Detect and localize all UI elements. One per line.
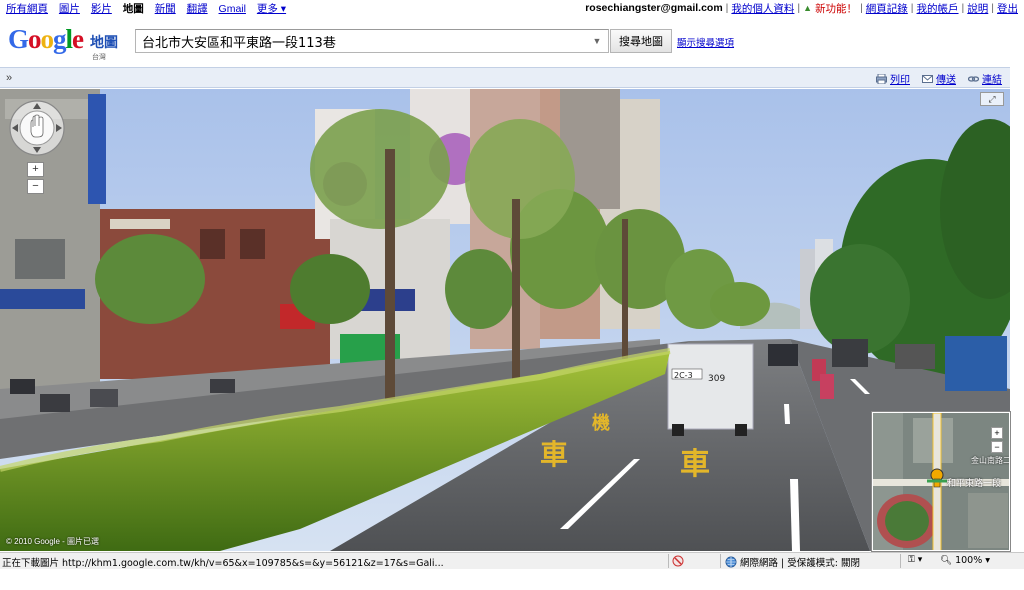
my-account-link[interactable]: 我的帳戶 xyxy=(917,1,959,16)
envelope-icon xyxy=(922,74,933,83)
warning-icon[interactable] xyxy=(672,555,684,567)
street-view-panorama[interactable]: 車 車 機 2C-3 309 ⤢ + − © 2010 Google - 圖片已… xyxy=(0,89,1010,551)
svg-text:機: 機 xyxy=(592,412,610,434)
link-link[interactable]: 連結 xyxy=(982,71,1002,86)
zoom-out-button[interactable]: − xyxy=(27,179,44,194)
nav-link-translate[interactable]: 翻譯 xyxy=(187,3,208,15)
pan-control-icon[interactable] xyxy=(8,99,66,157)
top-nav-links: 所有網頁 圖片 影片 地圖 新聞 翻譯 Gmail 更多 ▾ xyxy=(6,1,294,16)
mini-map-road-label: 和平東路一段 xyxy=(947,478,1002,488)
security-zone-text: 網際網路 | 受保護模式: 關閉 xyxy=(740,558,860,569)
svg-text:2C-3: 2C-3 xyxy=(674,371,693,380)
protected-mode-icon[interactable]: ⚿ ▾ xyxy=(908,555,922,565)
collapse-panel-button[interactable]: » xyxy=(2,70,16,86)
svg-text:309: 309 xyxy=(708,374,725,384)
show-search-options-link[interactable]: 顯示搜尋選項 xyxy=(677,35,734,49)
chevron-down-icon[interactable]: ▼ xyxy=(588,32,606,50)
svg-text:車: 車 xyxy=(540,438,568,471)
nav-link-videos[interactable]: 影片 xyxy=(91,3,112,15)
zoom-level-control[interactable]: 🔍︎ 100% ▾ xyxy=(940,555,990,566)
search-box: ▼ xyxy=(135,29,609,53)
search-maps-button[interactable]: 搜尋地圖 xyxy=(610,29,672,53)
magnifier-icon: 🔍︎ xyxy=(940,555,953,566)
chevron-down-icon: ▾ xyxy=(985,555,991,566)
logo-wordmark: Google xyxy=(8,24,84,54)
google-maps-logo[interactable]: Google 地圖 台灣 xyxy=(8,24,138,61)
mini-map-zoom-in-button[interactable]: + xyxy=(991,427,1003,439)
street-view-image: 車 車 機 2C-3 309 xyxy=(0,89,1010,551)
send-link[interactable]: 傳送 xyxy=(936,71,956,86)
profile-link[interactable]: 我的個人資料 xyxy=(731,1,794,16)
map-toolbar: » 列印 傳送 連結 xyxy=(0,67,1010,88)
top-navigation-bar: 所有網頁 圖片 影片 地圖 新聞 翻譯 Gmail 更多 ▾ rosechian… xyxy=(0,0,1024,16)
mini-map-zoom-control: + − xyxy=(991,427,1003,453)
printer-icon xyxy=(876,73,887,84)
new-features-link[interactable]: 新功能！ xyxy=(815,1,857,16)
chain-link-icon xyxy=(968,75,979,82)
account-links: rosechiangster@gmail.com | 我的個人資料 | ▲ 新功… xyxy=(585,1,1018,16)
globe-icon xyxy=(725,556,737,568)
nav-link-news[interactable]: 新聞 xyxy=(155,3,176,15)
print-link[interactable]: 列印 xyxy=(890,71,910,86)
zoom-in-button[interactable]: + xyxy=(27,162,44,177)
search-input[interactable] xyxy=(136,30,586,52)
nav-link-more[interactable]: 更多 ▾ xyxy=(257,3,286,15)
new-features-icon: ▲ xyxy=(803,3,813,13)
fullscreen-toggle-button[interactable]: ⤢ xyxy=(980,92,1004,106)
zoom-control: + − xyxy=(27,162,44,195)
toolbar-links: 列印 傳送 連結 xyxy=(876,71,1002,86)
zoom-level-text: 100% xyxy=(955,555,983,566)
send-action[interactable]: 傳送 xyxy=(922,71,956,86)
browser-status-bar: 正在下載圖片 http://khm1.google.com.tw/kh/v=65… xyxy=(0,552,1024,569)
mini-map-zoom-out-button[interactable]: − xyxy=(991,441,1003,453)
mini-map[interactable]: 和平東路一段 金山南路二段 + − xyxy=(871,411,1011,552)
link-action[interactable]: 連結 xyxy=(968,71,1002,86)
nav-link-gmail[interactable]: Gmail xyxy=(219,3,246,15)
security-zone[interactable]: 網際網路 | 受保護模式: 關閉 xyxy=(725,555,860,569)
svg-text:車: 車 xyxy=(680,447,710,482)
logo-maps-text: 地圖 xyxy=(90,34,118,50)
copyright-text: © 2010 Google - 圖片已選 xyxy=(6,537,100,546)
sign-out-link[interactable]: 登出 xyxy=(997,1,1018,16)
help-link[interactable]: 說明 xyxy=(967,1,988,16)
nav-link-images[interactable]: 圖片 xyxy=(59,3,80,15)
mini-map-road-label-secondary: 金山南路二段 xyxy=(971,456,1009,465)
web-history-link[interactable]: 網頁記錄 xyxy=(866,1,908,16)
status-text: 正在下載圖片 http://khm1.google.com.tw/kh/v=65… xyxy=(2,558,444,569)
nav-link-maps[interactable]: 地圖 xyxy=(123,3,144,15)
print-action[interactable]: 列印 xyxy=(876,71,910,86)
user-email: rosechiangster@gmail.com xyxy=(585,2,723,14)
nav-link-all-web[interactable]: 所有網頁 xyxy=(6,3,48,15)
logo-region-text: 台灣 xyxy=(92,54,106,61)
header: Google 地圖 台灣 ▼ 搜尋地圖 顯示搜尋選項 xyxy=(0,20,1024,62)
